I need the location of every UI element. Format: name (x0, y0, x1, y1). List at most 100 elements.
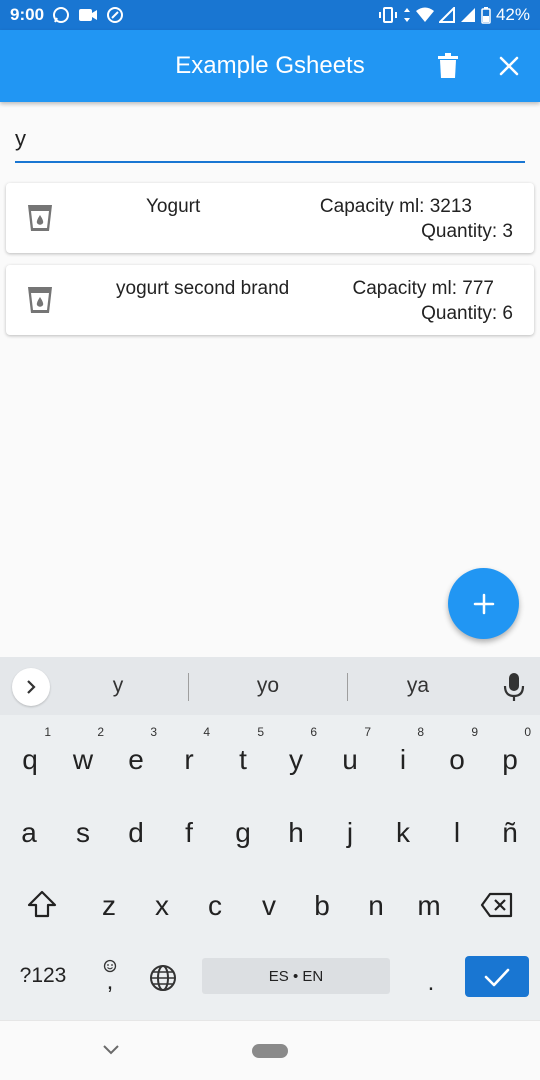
key-letter: h (288, 817, 304, 848)
key-r[interactable]: 4r (166, 724, 212, 784)
chevron-down-icon[interactable] (100, 1041, 122, 1059)
language-key[interactable] (146, 961, 180, 995)
key-letter: o (449, 744, 465, 775)
key-u[interactable]: 7u (327, 724, 373, 784)
suggestion-2[interactable]: yo (208, 674, 328, 698)
key-hint: 5 (257, 725, 264, 739)
navigation-bar (0, 1020, 540, 1080)
space-key[interactable]: ES • EN (202, 958, 390, 994)
suggestion-1[interactable]: y (58, 674, 178, 698)
key-i[interactable]: 8i (380, 724, 426, 784)
microphone-icon[interactable] (500, 671, 528, 703)
check-icon (484, 968, 510, 986)
key-f[interactable]: f (166, 797, 212, 857)
key-letter: v (262, 890, 276, 921)
key-s[interactable]: s (60, 797, 106, 857)
period-key[interactable]: . (416, 957, 446, 997)
key-letter: c (208, 890, 222, 921)
key-n-tilde[interactable]: ñ (487, 797, 533, 857)
close-button[interactable] (491, 48, 527, 84)
key-g[interactable]: g (220, 797, 266, 857)
app-bar: Example Gsheets (0, 30, 540, 102)
item-capacity: Capacity ml: 3213 (319, 196, 472, 217)
key-letter: i (399, 744, 407, 775)
chevron-right-icon (27, 680, 36, 694)
status-time: 9:00 (10, 5, 45, 24)
key-k[interactable]: k (380, 797, 426, 857)
key-letter: y (289, 744, 303, 775)
key-hint: 6 (310, 725, 317, 739)
cup-icon (28, 287, 52, 313)
key-l[interactable]: l (434, 797, 480, 857)
key-hint: 1 (44, 725, 51, 739)
key-n[interactable]: n (353, 870, 399, 930)
list-item[interactable]: Yogurt Capacity ml: 3213 Quantity: 3 (6, 183, 534, 253)
key-c[interactable]: c (192, 870, 238, 930)
vibrate-icon (378, 7, 398, 23)
key-hint: 3 (150, 725, 157, 739)
key-h[interactable]: h (273, 797, 319, 857)
key-letter: a (21, 817, 37, 848)
key-letter: k (396, 817, 410, 848)
key-letter: s (76, 817, 90, 848)
signal-icon-2 (460, 7, 476, 23)
home-pill[interactable] (252, 1044, 288, 1058)
comma-label: , (106, 968, 114, 995)
key-letter: u (342, 744, 358, 775)
keyboard: y yo ya 1q 2w 3e 4r 5t 6y 7u 8i 9o 0p a … (0, 657, 540, 1020)
key-letter: r (184, 744, 194, 775)
key-o[interactable]: 9o (434, 724, 480, 784)
key-v[interactable]: v (246, 870, 292, 930)
status-left: 9:00 (10, 5, 124, 25)
key-letter: j (346, 817, 354, 848)
suggestion-3[interactable]: ya (358, 674, 478, 698)
close-icon (499, 56, 519, 76)
item-capacity: Capacity ml: 777 (352, 278, 494, 299)
key-hint: 4 (203, 725, 210, 739)
key-y[interactable]: 6y (273, 724, 319, 784)
key-t[interactable]: 5t (220, 724, 266, 784)
battery-percent: 42% (495, 5, 530, 24)
key-hint: 9 (471, 725, 478, 739)
search-field[interactable] (15, 118, 525, 163)
key-letter: p (502, 744, 518, 775)
key-b[interactable]: b (299, 870, 345, 930)
list-item[interactable]: yogurt second brand Capacity ml: 777 Qua… (6, 265, 534, 335)
key-hint: 7 (364, 725, 371, 739)
symbols-key[interactable]: ?123 (12, 958, 74, 994)
status-right: 42% (378, 5, 530, 25)
key-x[interactable]: x (139, 870, 185, 930)
sync-icon (106, 6, 124, 24)
key-letter: f (185, 817, 193, 848)
key-hint: 8 (417, 725, 424, 739)
key-letter: z (102, 890, 116, 921)
key-p[interactable]: 0p (487, 724, 533, 784)
search-input[interactable] (15, 118, 525, 152)
globe-icon (150, 965, 176, 991)
enter-key[interactable] (465, 956, 529, 997)
shift-key[interactable] (20, 882, 64, 926)
key-hint: 2 (97, 725, 104, 739)
comma-emoji-key[interactable]: , (94, 952, 126, 998)
data-transfer-icon (403, 7, 411, 23)
whatsapp-icon (52, 6, 70, 24)
expand-suggestions-button[interactable] (12, 668, 50, 706)
key-j[interactable]: j (327, 797, 373, 857)
key-w[interactable]: 2w (60, 724, 106, 784)
key-d[interactable]: d (113, 797, 159, 857)
backspace-key[interactable] (475, 885, 519, 925)
key-letter: m (417, 890, 441, 921)
add-item-button[interactable] (448, 568, 519, 639)
key-letter: q (22, 744, 38, 775)
key-letter: g (235, 817, 251, 848)
key-a[interactable]: a (6, 797, 52, 857)
key-q[interactable]: 1q (7, 724, 53, 784)
key-e[interactable]: 3e (113, 724, 159, 784)
key-m[interactable]: m (406, 870, 452, 930)
item-quantity: Quantity: 6 (421, 303, 513, 324)
key-hint: 0 (524, 725, 531, 739)
battery-icon (481, 6, 491, 24)
key-z[interactable]: z (86, 870, 132, 930)
delete-button[interactable] (430, 48, 466, 84)
key-letter: n (368, 890, 384, 921)
